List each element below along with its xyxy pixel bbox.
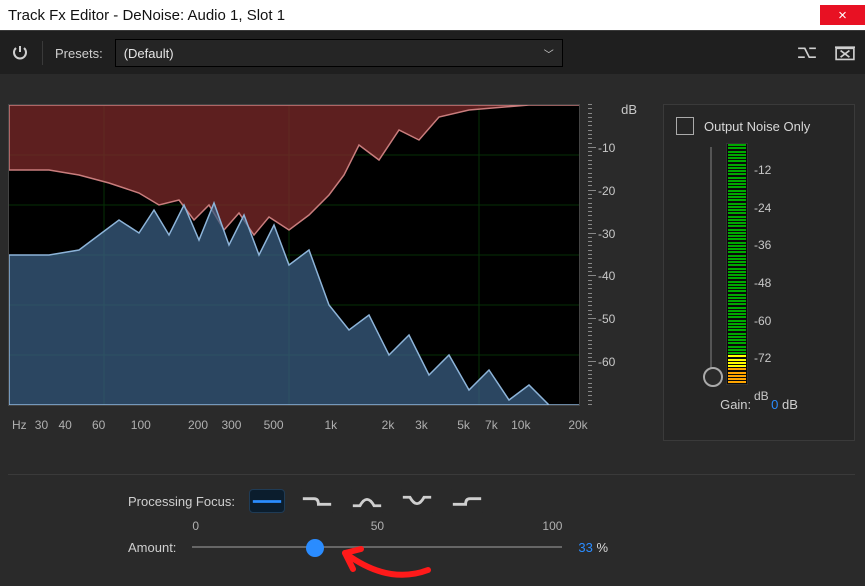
power-button[interactable] [10,43,30,63]
output-noise-label: Output Noise Only [704,119,810,134]
spectrum-display[interactable] [8,104,580,406]
toolbar: Presets: (Default) ﹀ [0,30,865,76]
route-icon [797,45,817,61]
checkbox-icon [676,117,694,135]
spectrum-svg [9,105,579,405]
processing-focus-row: Processing Focus: [128,489,855,513]
focus-flat-button[interactable] [249,489,285,513]
gain-thumb[interactable] [703,367,723,387]
hz-unit-label: Hz [12,418,27,432]
highshelf-icon [450,493,484,510]
title-bar: Track Fx Editor - DeNoise: Audio 1, Slot… [0,0,865,30]
processing-focus-label: Processing Focus: [128,494,235,509]
gain-value[interactable]: 0 dB [771,397,798,412]
bottom-controls: Processing Focus: Amount: [8,474,855,586]
focus-notch-button[interactable] [399,489,435,513]
amount-max: 100 [542,519,562,533]
amount-row: Amount: 0 50 100 33 % [128,535,855,559]
focus-band-button[interactable] [349,489,385,513]
band-icon [350,493,384,510]
close-button[interactable]: × [820,5,865,25]
amount-thumb[interactable] [306,539,324,557]
window: Track Fx Editor - DeNoise: Audio 1, Slot… [0,0,865,586]
notch-icon [400,493,434,510]
chevron-down-icon: ﹀ [544,46,554,61]
db-unit-label: dB [621,102,637,117]
separator [42,41,43,65]
flat-icon [250,493,284,510]
lowshelf-icon [300,493,334,510]
meter-area: -12-24-36-48-60-72dB [664,143,854,393]
output-noise-checkbox[interactable]: Output Noise Only [676,117,842,135]
meter-labels: -12-24-36-48-60-72dB [754,143,814,383]
level-meter [726,143,748,385]
focus-lowshelf-button[interactable] [299,489,335,513]
close-icon: × [838,7,847,24]
trash-x-icon [835,45,855,61]
side-panel: Output Noise Only -12-24-36-48-60-72dB G… [663,104,855,441]
focus-highshelf-button[interactable] [449,489,485,513]
window-title: Track Fx Editor - DeNoise: Audio 1, Slot… [8,7,820,24]
gain-label: Gain: [720,397,751,412]
power-icon [12,45,28,61]
gain-slider[interactable] [706,147,716,381]
amount-label: Amount: [128,540,176,555]
amount-value[interactable]: 33 % [578,540,608,555]
spectrum-panel: dB -10-20-30-40-50-60 Hz 304060100200300… [8,104,643,454]
preset-dropdown[interactable]: (Default) ﹀ [115,39,563,67]
route-button[interactable] [797,45,817,61]
hz-axis: Hz 3040601002003005001k2k3k5k7k10k20k [8,412,578,436]
delete-preset-button[interactable] [835,45,855,61]
amount-min: 0 [192,519,199,533]
amount-slider[interactable]: 0 50 100 [192,535,562,559]
db-ruler: dB -10-20-30-40-50-60 [588,104,643,404]
preset-value: (Default) [124,46,174,61]
amount-mid: 50 [371,519,384,533]
presets-label: Presets: [55,46,103,61]
body: dB -10-20-30-40-50-60 Hz 304060100200300… [0,74,865,586]
